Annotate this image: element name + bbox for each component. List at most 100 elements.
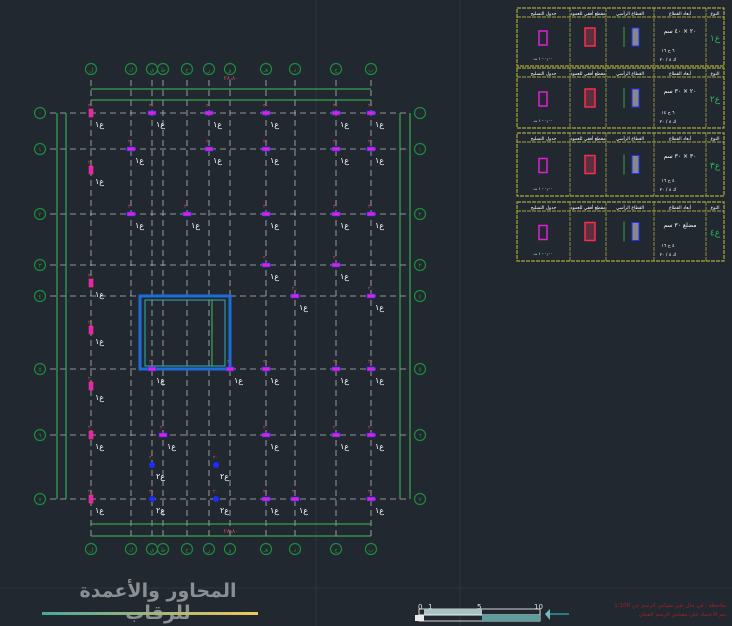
scale-note: ملاحظة : في حال تغير مقياس الرسم عن 1:10…: [578, 602, 726, 620]
column-annotation: ٢٠: [292, 286, 297, 292]
schedule-size: ٢٠ × ٤٠ سم: [664, 28, 697, 35]
plan-section-icon: [538, 157, 548, 174]
column-tag: ع٢: [220, 506, 229, 515]
column-annotation: ٢٠: [149, 359, 154, 365]
column: [126, 146, 136, 152]
axis-label: ل: [89, 547, 93, 554]
total-dimension-text: ٢٨٫٨٠: [224, 75, 239, 82]
schedule-header: القطاع الرأسي: [616, 70, 644, 77]
schedule-header: أبعاد القطاع: [669, 135, 691, 142]
axis-label: ك: [129, 547, 134, 554]
column: [261, 211, 271, 217]
axis-label: ٦: [38, 433, 41, 440]
schedule-bars: ٤ ح ١٦: [661, 179, 675, 184]
cad-drawing-canvas[interactable]: ٢٨٫٨٠٢٨٫٨٠ ٢٠ع١٢٠ع١٢٠ع١٢٠ع١٢٠ع١٢٠ع١٢٠ع١٢…: [0, 0, 732, 626]
schedule-bars: ٦ ح ١٤: [661, 111, 675, 116]
column: [261, 146, 271, 152]
axis-label: ٥: [38, 367, 41, 374]
column: [261, 110, 271, 116]
column-tag: ع١: [270, 156, 279, 165]
schedule-header: أبعاد القطاع: [669, 204, 691, 211]
column-tag: ع١: [375, 221, 384, 230]
schedule-header: جدول التسليح: [531, 72, 557, 77]
axis-label: ط: [160, 547, 166, 554]
column-tag: ع١: [270, 120, 279, 129]
schedule-header: أبعاد القطاع: [669, 70, 691, 77]
schedule-header: مقطع أفقي للعمود: [570, 204, 606, 211]
axis-label: ب: [368, 67, 374, 74]
column-annotation: ٢٠: [206, 103, 211, 109]
vertical-section-icon: [631, 88, 640, 108]
column-round: [149, 496, 155, 502]
axis-label: د: [294, 67, 297, 74]
axis-label: ٠: [418, 111, 421, 118]
column-tag: ع١: [167, 442, 176, 451]
schedule-header: أبعاد القطاع: [669, 10, 691, 17]
column-annotation: ٢٠: [368, 489, 373, 495]
column: [366, 293, 376, 299]
column: [290, 293, 300, 299]
scale-tick-10: 10: [534, 603, 543, 611]
column-annotation: ٢٠: [333, 204, 338, 210]
column-annotation: ٢٠: [88, 489, 93, 495]
column: [88, 108, 94, 118]
column-round: [149, 462, 155, 468]
scale-tick-1: 1: [428, 603, 433, 611]
column-annotation: ٢٠: [263, 139, 268, 145]
column-annotation: ٢٠: [263, 103, 268, 109]
column-annotation: ٢٠: [213, 455, 218, 461]
column-annotation: ٢٠: [149, 103, 154, 109]
column-tag: ع١: [340, 442, 349, 451]
column: [158, 432, 168, 438]
schedule-type: ع٣: [710, 162, 721, 172]
horizontal-section-icon: [584, 154, 596, 175]
schedule-type: ع١: [710, 34, 721, 44]
vertical-section-icon: [631, 222, 640, 241]
schedule-stirrups: ك ٨ / ٢٠: [660, 119, 677, 125]
column-tag: ع١: [375, 442, 384, 451]
core-inner: [144, 299, 226, 367]
schedule-header: مقطع أفقي للعمود: [570, 135, 606, 142]
schedule-header: جدول التسليح: [531, 12, 557, 17]
column-annotation: ٢٠: [88, 103, 93, 109]
column-annotation: ٢٠: [333, 359, 338, 365]
vertical-section-icon: [631, 27, 640, 47]
schedule-header: النوع: [711, 12, 720, 17]
plan-section-icon: [538, 91, 548, 107]
column-annotation: ٢٠: [184, 204, 189, 210]
column-annotation: ٢٠: [263, 255, 268, 261]
column-tag: ع١: [270, 442, 279, 451]
column-annotation: ٢٠: [88, 376, 93, 382]
column-annotation: ٢٠: [160, 425, 165, 431]
column-tag: ع١: [340, 221, 349, 230]
axis-label: ٠: [38, 111, 41, 118]
axis-label: ب: [368, 547, 374, 554]
column-tag: ع١: [270, 506, 279, 515]
column: [88, 325, 94, 335]
scale-segment: [415, 615, 424, 621]
axis-label: هـ: [263, 547, 269, 554]
axis-label: ح: [185, 67, 189, 74]
dimension-lines: ٢٨٫٨٠ ٢٨٫٨٠: [56, 75, 411, 537]
column-tag: ع٢: [156, 472, 165, 481]
column-tag: ع٢: [220, 472, 229, 481]
column: [126, 211, 136, 217]
column-tag: ع١: [95, 120, 104, 129]
column: [261, 262, 271, 268]
columns-layer: ٢٠ ع١ ٢٠ ع١ ٢٠ ع١ ٢٠ ع١ ٢٠ ع١ ٢٠ ع١ ٢٠ ع١ ٢٠ ع١ ٢٠ ع١ ٢٠ ع١…: [88, 103, 384, 515]
column: [331, 366, 341, 372]
column-tag: ع٢: [156, 506, 165, 515]
axis-label: ز: [207, 67, 211, 74]
axis-label: ط: [160, 67, 166, 74]
plan-section-icon: [538, 224, 548, 241]
schedule-bars: ٦ ح ١٦: [661, 49, 675, 54]
column-annotation: ٢٠: [213, 489, 218, 495]
column: [261, 432, 271, 438]
column-tag: ع١: [95, 177, 104, 186]
column: [331, 146, 341, 152]
column-annotation: ٢٠: [368, 139, 373, 145]
column-tag: ع١: [156, 120, 165, 129]
column: [331, 262, 341, 268]
schedule-header: القطاع الرأسي: [616, 204, 644, 211]
column: [261, 366, 271, 372]
